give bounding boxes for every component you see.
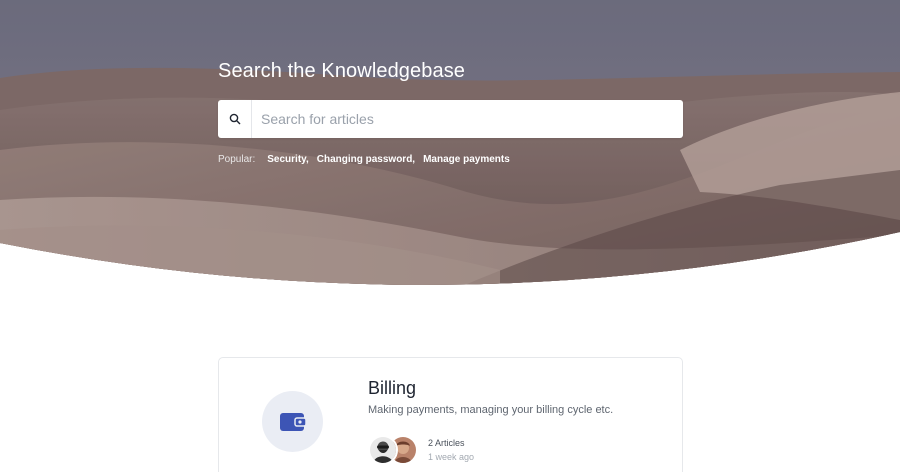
category-description: Making payments, managing your billing c… [368, 404, 614, 416]
author-avatars [368, 435, 422, 465]
search-bar[interactable] [218, 100, 683, 138]
category-icon-circle [262, 391, 323, 452]
popular-link-changing-password[interactable]: Changing password, [317, 154, 415, 165]
last-updated: 1 week ago [428, 452, 475, 462]
wallet-icon [279, 412, 307, 431]
avatar [368, 435, 398, 465]
desert-background-image [0, 0, 900, 285]
popular-label: Popular: [218, 154, 256, 165]
category-card-billing[interactable]: Billing Making payments, managing your b… [218, 357, 683, 472]
popular-searches: Popular: Security, Changing password, Ma… [218, 154, 518, 165]
search-input[interactable] [252, 101, 683, 137]
articles-count: 2 Articles [428, 438, 465, 448]
popular-link-manage-payments[interactable]: Manage payments [423, 154, 510, 165]
category-title[interactable]: Billing [368, 378, 416, 399]
page-title: Search the Knowledgebase [218, 60, 466, 82]
popular-link-security[interactable]: Security, [267, 154, 309, 165]
search-icon[interactable] [218, 100, 252, 138]
hero-banner: Search the Knowledgebase Popular: Securi… [0, 0, 900, 300]
